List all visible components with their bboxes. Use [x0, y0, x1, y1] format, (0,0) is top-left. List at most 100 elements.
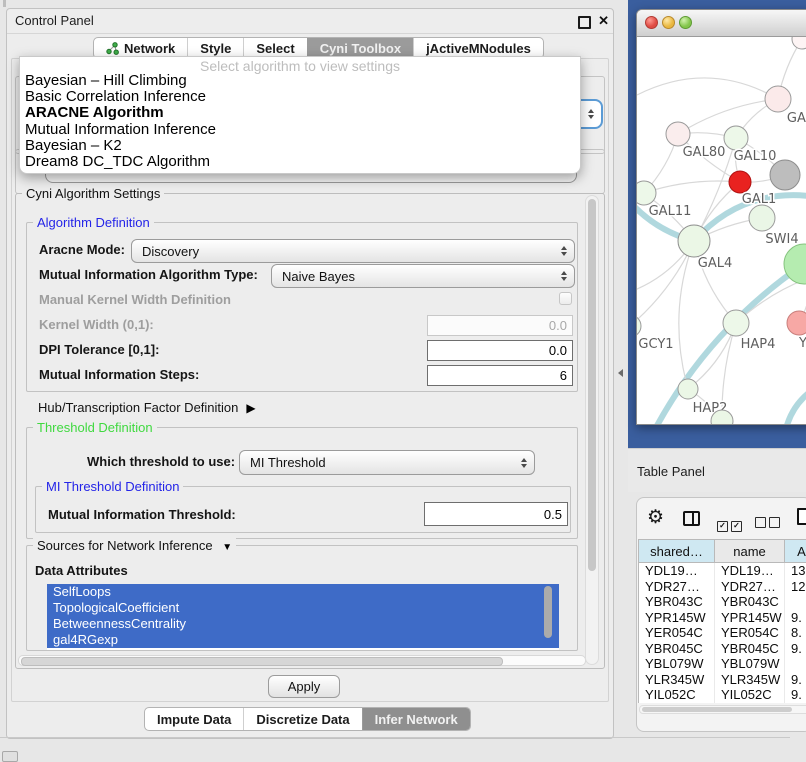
sources-title-text: Sources for Network Inference: [37, 538, 213, 553]
tab-label: Cyni Toolbox: [320, 41, 401, 56]
network-node-hap4[interactable]: [723, 310, 749, 336]
table-cell: YBR043C: [715, 594, 785, 610]
table-row[interactable]: YBR043CYBR043C: [639, 594, 806, 610]
network-window-titlebar[interactable]: [637, 10, 806, 37]
column-header-name[interactable]: name: [715, 540, 785, 563]
manual-kernel-checkbox[interactable]: [559, 292, 572, 305]
attribute-item-selfloops[interactable]: SelfLoops: [47, 584, 559, 600]
node-label: GAL1: [742, 192, 776, 207]
aracne-mode-combo[interactable]: Discovery: [131, 239, 575, 263]
tab-network[interactable]: Network: [94, 38, 187, 58]
algorithm-option-mutual-information-inference[interactable]: Mutual Information Inference: [20, 122, 580, 138]
network-node-gal11[interactable]: [637, 181, 656, 205]
mi-steps-field[interactable]: 6: [427, 365, 573, 386]
attributes-list-scrollbar[interactable]: [544, 586, 553, 646]
table-cell: YDL19…: [639, 563, 715, 579]
mi-type-combo[interactable]: Naive Bayes: [271, 264, 575, 288]
algorithm-option-bayesian-k2[interactable]: Bayesian – K2: [20, 138, 580, 154]
tab-discretize-data[interactable]: Discretize Data: [243, 708, 361, 730]
checked-box-icon: ✓: [731, 521, 742, 532]
float-window-icon[interactable]: [578, 16, 591, 29]
table-row[interactable]: YER054CYER054C8.: [639, 625, 806, 641]
node-label: GAL80: [683, 145, 726, 160]
hub-transcription-factor-expander[interactable]: Hub/Transcription Factor Definition ▶: [38, 400, 256, 415]
attribute-item-gal4rgexp[interactable]: gal4RGexp: [47, 632, 559, 648]
close-icon[interactable]: ✕: [598, 13, 609, 29]
table-cell: [785, 594, 806, 610]
column-header-shared[interactable]: shared…: [639, 540, 715, 563]
tab-impute-data[interactable]: Impute Data: [145, 708, 243, 730]
tab-label: Impute Data: [157, 712, 231, 727]
algorithm-option-bayesian-hill-climbing[interactable]: Bayesian – Hill Climbing: [20, 73, 580, 89]
mi-steps-value: 6: [560, 368, 567, 383]
kernel-width-field[interactable]: 0.0: [427, 315, 573, 336]
bottom-left-mini-button[interactable]: [2, 751, 18, 762]
algorithm-option-dream8-dc-tdc-algorithm[interactable]: Dream8 DC_TDC Algorithm: [20, 154, 580, 170]
select-all-columns-icon[interactable]: ✓✓: [717, 515, 745, 533]
minimize-traffic-light-icon[interactable]: [662, 16, 675, 29]
column-header-a[interactable]: A: [785, 540, 806, 563]
tab-infer-network[interactable]: Infer Network: [362, 708, 470, 730]
data-attributes-label: Data Attributes: [35, 563, 128, 578]
settings-horizontal-scrollbar[interactable]: [18, 655, 586, 666]
network-view-window[interactable]: GALGAL80GAL10GAL1GAL11SWI4GAL4GCY1HAP4YH…: [636, 9, 806, 425]
network-node-hap2[interactable]: [678, 379, 698, 399]
zoom-traffic-light-icon[interactable]: [679, 16, 692, 29]
deselect-all-columns-icon[interactable]: [755, 515, 783, 533]
collapse-down-icon[interactable]: ▼: [222, 542, 232, 553]
table-cell: YDL19…: [715, 563, 785, 579]
tab-select[interactable]: Select: [243, 38, 306, 58]
which-threshold-combo[interactable]: MI Threshold: [239, 450, 535, 475]
attribute-item-betweennesscentrality[interactable]: BetweennessCentrality: [47, 616, 559, 632]
table-row[interactable]: YBR045CYBR045C9.: [639, 641, 806, 657]
aracne-mode-value: Discovery: [142, 244, 199, 259]
control-panel-titlebar: Control Panel ✕: [7, 9, 613, 34]
network-edge[interactable]: [653, 264, 804, 425]
mi-threshold-field[interactable]: 0.5: [424, 502, 568, 526]
network-node-gal80[interactable]: [666, 122, 690, 146]
table-row[interactable]: YPR145WYPR145W9.: [639, 610, 806, 626]
network-node-n-top[interactable]: [792, 37, 806, 49]
close-traffic-light-icon[interactable]: [645, 16, 658, 29]
tab-label: Discretize Data: [256, 712, 349, 727]
network-edge[interactable]: [644, 181, 740, 193]
columns-icon[interactable]: [683, 511, 700, 526]
network-edge[interactable]: [785, 387, 806, 425]
table-horizontal-scrollbar[interactable]: [639, 705, 806, 714]
table-cell: [785, 656, 806, 672]
network-node-gal1[interactable]: [729, 171, 751, 193]
table-cell: 9.: [785, 641, 806, 657]
table-row[interactable]: YBL079WYBL079W: [639, 656, 806, 672]
gear-icon[interactable]: ⚙: [647, 506, 664, 529]
network-node-y[interactable]: [787, 311, 806, 335]
network-node-gal[interactable]: [765, 86, 791, 112]
panel-divider-grip[interactable]: [618, 369, 623, 377]
tab-jactivemnodules[interactable]: jActiveMNodules: [413, 38, 543, 58]
table-row[interactable]: YLR345WYLR345W9.: [639, 672, 806, 688]
network-canvas[interactable]: GALGAL80GAL10GAL1GAL11SWI4GAL4GCY1HAP4YH…: [637, 37, 806, 425]
table-cell: YIL052C: [639, 687, 715, 703]
table-row[interactable]: YDR27…YDR27…12: [639, 579, 806, 595]
unchecked-box-icon: [755, 517, 766, 528]
table-row[interactable]: YIL052CYIL052C9.: [639, 687, 806, 703]
table-cell: YLR345W: [639, 672, 715, 688]
table-cell: YBR045C: [639, 641, 715, 657]
apply-button[interactable]: Apply: [268, 675, 340, 698]
network-edge[interactable]: [637, 78, 778, 99]
settings-vertical-scrollbar[interactable]: [585, 195, 599, 665]
tab-style[interactable]: Style: [187, 38, 243, 58]
dpi-tolerance-field[interactable]: 0.0: [427, 340, 573, 361]
algorithm-option-aracne-algorithm[interactable]: ARACNE Algorithm: [20, 105, 580, 121]
combo-stepper-icon: [588, 109, 594, 119]
tab-cyni-toolbox[interactable]: Cyni Toolbox: [307, 38, 413, 58]
algorithm-definition-group: Algorithm Definition Aracne Mode: Discov…: [26, 222, 578, 392]
network-node-gray-node[interactable]: [770, 160, 800, 190]
network-node-gal4[interactable]: [678, 225, 710, 257]
attribute-item-topologicalcoefficient[interactable]: TopologicalCoefficient: [47, 600, 559, 616]
document-icon[interactable]: [797, 508, 806, 525]
algorithm-option-basic-correlation-inference[interactable]: Basic Correlation Inference: [20, 89, 580, 105]
table-row[interactable]: YDL19…YDL19…13: [639, 563, 806, 579]
network-node-swi4[interactable]: [749, 205, 775, 231]
network-node-gal10[interactable]: [724, 126, 748, 150]
algorithm-dropdown-popup: Select algorithm to view settings Bayesi…: [19, 56, 581, 174]
